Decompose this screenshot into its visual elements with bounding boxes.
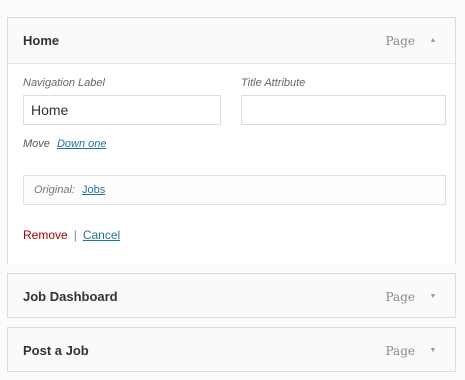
menu-item-title: Post a Job — [23, 343, 89, 358]
navigation-label-caption: Navigation Label — [23, 77, 105, 89]
title-attribute-input[interactable] — [241, 95, 446, 125]
menu-item-type: Page — [385, 343, 415, 358]
menu-item-title: Job Dashboard — [23, 289, 118, 304]
menu-item-settings: Navigation Label Title Attribute Move Do… — [8, 63, 455, 265]
menu-item-bar[interactable]: Job Dashboard Page ▼ — [8, 274, 455, 319]
original-link[interactable]: Jobs — [82, 184, 105, 196]
menu-item-type: Page — [385, 33, 415, 48]
title-attribute-caption: Title Attribute — [241, 77, 306, 89]
arrow-down-icon[interactable]: ▼ — [423, 347, 443, 354]
navigation-label-input[interactable] — [23, 95, 221, 125]
menu-item-title: Home — [23, 33, 60, 48]
arrow-down-icon[interactable]: ▼ — [423, 293, 443, 300]
cancel-link[interactable]: Cancel — [83, 228, 120, 242]
action-separator: | — [73, 228, 77, 242]
menu-item-bar[interactable]: Home Page ▲ — [8, 18, 455, 63]
original-caption: Original: — [34, 184, 75, 196]
move-row: Move Down one — [23, 138, 107, 150]
menu-item-type: Page — [385, 289, 415, 304]
move-down-one-link[interactable]: Down one — [57, 138, 107, 150]
arrow-up-icon[interactable]: ▲ — [423, 37, 443, 44]
remove-link[interactable]: Remove — [23, 228, 68, 242]
item-actions: Remove | Cancel — [23, 228, 120, 242]
menu-item-bar[interactable]: Post a Job Page ▼ — [8, 328, 455, 373]
move-caption: Move — [23, 138, 50, 150]
menu-item-home: Home Page ▲ Navigation Label Title Attri… — [7, 17, 456, 265]
menu-item-post-a-job: Post a Job Page ▼ — [7, 327, 456, 372]
menu-item-job-dashboard: Job Dashboard Page ▼ — [7, 273, 456, 318]
original-link-box: Original: Jobs — [23, 175, 446, 205]
